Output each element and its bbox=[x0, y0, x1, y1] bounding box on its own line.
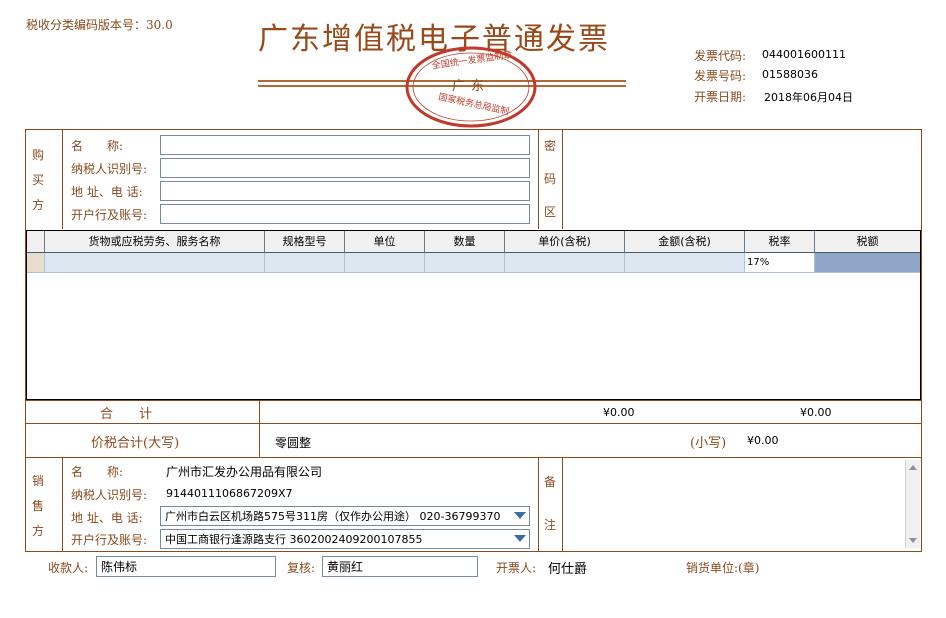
tax-seal: 全国统一发票监制章 广东 国家税务总局监制 bbox=[404, 45, 538, 129]
cipher-side-char: 码 bbox=[543, 172, 556, 186]
table-cell-name[interactable] bbox=[45, 253, 265, 273]
seller-bank-label: 开户行及账号: bbox=[71, 533, 148, 547]
buyer-side-char: 买 bbox=[31, 173, 44, 187]
cipher-side-label: 密 码 区 bbox=[542, 137, 558, 220]
table-cell-tax[interactable] bbox=[815, 253, 920, 273]
payee-input[interactable]: 陈伟标 bbox=[96, 556, 276, 577]
seller-side-char: 销 bbox=[31, 474, 44, 488]
reviewer-label: 复核: bbox=[287, 561, 316, 575]
total-divider-v bbox=[259, 400, 260, 423]
table-cell-amount[interactable] bbox=[625, 253, 745, 273]
grid-header-tax-rate[interactable]: 税率 bbox=[745, 231, 815, 253]
seller-name: 广州市汇发办公用品有限公司 bbox=[166, 465, 323, 479]
total-tax: ¥0.00 bbox=[800, 406, 832, 419]
buyer-address-label: 地 址、电 话: bbox=[71, 185, 143, 199]
invoice-number-label: 发票号码: bbox=[694, 69, 747, 83]
seller-side-char: 售 bbox=[31, 499, 44, 513]
table-cell-tax-rate[interactable]: 17% bbox=[745, 253, 815, 273]
cipher-divider-left bbox=[538, 130, 539, 229]
buyer-address-input[interactable] bbox=[160, 181, 530, 201]
total-amount: ¥0.00 bbox=[603, 406, 635, 419]
grid-header-rownum bbox=[27, 231, 45, 253]
buyer-taxid-label: 纳税人识别号: bbox=[71, 162, 148, 176]
seller-side-label: 销 售 方 bbox=[30, 472, 46, 539]
invoice-number: 01588036 bbox=[762, 68, 818, 81]
grand-total-small-value: ¥0.00 bbox=[747, 434, 779, 447]
grand-total-label: 价税合计(大写) bbox=[91, 436, 180, 451]
table-row-selector[interactable] bbox=[27, 253, 45, 273]
buyer-side-char: 方 bbox=[31, 198, 44, 212]
seller-side-divider bbox=[62, 457, 63, 551]
drawer-name: 何仕爵 bbox=[548, 562, 588, 577]
scroll-down-icon[interactable] bbox=[909, 538, 917, 543]
total-label: 合 计 bbox=[100, 407, 153, 422]
grand-total-divider-v bbox=[259, 423, 260, 457]
grid-header-quantity[interactable]: 数量 bbox=[425, 231, 505, 253]
cipher-divider-right bbox=[562, 130, 563, 229]
buyer-bank-label: 开户行及账号: bbox=[71, 208, 148, 222]
remarks-side-char: 注 bbox=[543, 518, 556, 532]
invoice-date: 2018年06月04日 bbox=[764, 91, 853, 104]
grand-total-divider-top bbox=[26, 423, 921, 424]
grid-header-tax[interactable]: 税额 bbox=[815, 231, 920, 253]
seller-address-select[interactable]: 广州市白云区机场路575号311房（仅作办公用途） 020-36799370 bbox=[160, 506, 530, 526]
grid-header-amount[interactable]: 金额(含税) bbox=[625, 231, 745, 253]
total-divider-top bbox=[26, 400, 921, 401]
buyer-name-input[interactable] bbox=[160, 135, 530, 155]
seller-bank-value: 中国工商银行逢源路支行 3602002409200107855 bbox=[165, 533, 423, 546]
table-cell-unit-price[interactable] bbox=[505, 253, 625, 273]
payee-label: 收款人: bbox=[48, 561, 89, 575]
grid-header-name[interactable]: 货物或应税劳务、服务名称 bbox=[45, 231, 265, 253]
remarks-divider-left bbox=[538, 457, 539, 551]
seller-taxid: 914401110686720​9X7 bbox=[166, 487, 293, 500]
chevron-down-icon[interactable] bbox=[514, 535, 526, 542]
buyer-side-char: 购 bbox=[31, 148, 44, 162]
seller-address-value: 广州市白云区机场路575号311房（仅作办公用途） 020-36799370 bbox=[165, 510, 501, 523]
seller-side-char: 方 bbox=[31, 524, 44, 538]
table-cell-spec[interactable] bbox=[265, 253, 345, 273]
table-cell-quantity[interactable] bbox=[425, 253, 505, 273]
invoice-date-label: 开票日期: bbox=[694, 90, 747, 104]
grand-total-words: 零圆整 bbox=[275, 436, 312, 450]
buyer-side-divider bbox=[62, 130, 63, 229]
buyer-name-label: 名 称: bbox=[71, 139, 124, 153]
cipher-side-char: 区 bbox=[543, 205, 556, 219]
remarks-side-label: 备 注 bbox=[542, 473, 558, 533]
seal-center-text: 广东 bbox=[451, 79, 490, 94]
remarks-scrollbar[interactable] bbox=[905, 460, 920, 548]
seller-taxid-label: 纳税人识别号: bbox=[71, 488, 148, 502]
seller-bank-select[interactable]: 中国工商银行逢源路支行 3602002409200107855 bbox=[160, 529, 530, 549]
buyer-taxid-input[interactable] bbox=[160, 158, 530, 178]
seller-name-label: 名 称: bbox=[71, 465, 124, 479]
reviewer-input[interactable]: 黄丽红 bbox=[322, 556, 478, 577]
grand-total-small-label: (小写) bbox=[690, 436, 727, 451]
buyer-side-label: 购 买 方 bbox=[30, 146, 46, 213]
invoice-code-label: 发票代码: bbox=[694, 49, 747, 63]
version-label: 税收分类编码版本号：30.0 bbox=[26, 18, 173, 32]
remarks-textarea[interactable] bbox=[563, 458, 905, 550]
remarks-side-char: 备 bbox=[543, 475, 556, 489]
table-cell-unit[interactable] bbox=[345, 253, 425, 273]
grid-header-unit-price[interactable]: 单价(含税) bbox=[505, 231, 625, 253]
items-grid[interactable]: 货物或应税劳务、服务名称 规格型号 单位 数量 单价(含税) 金额(含税) 税率… bbox=[26, 230, 921, 400]
grid-header-unit[interactable]: 单位 bbox=[345, 231, 425, 253]
seller-unit-label: 销货单位:(章) bbox=[686, 561, 760, 575]
buyer-bank-input[interactable] bbox=[160, 204, 530, 224]
seller-address-label: 地 址、电 话: bbox=[71, 511, 143, 525]
grid-header-spec[interactable]: 规格型号 bbox=[265, 231, 345, 253]
scroll-up-icon[interactable] bbox=[909, 465, 917, 470]
drawer-label: 开票人: bbox=[496, 561, 537, 575]
cipher-side-char: 密 bbox=[543, 139, 556, 153]
chevron-down-icon[interactable] bbox=[514, 512, 526, 519]
invoice-code: 044001600111 bbox=[762, 48, 846, 61]
